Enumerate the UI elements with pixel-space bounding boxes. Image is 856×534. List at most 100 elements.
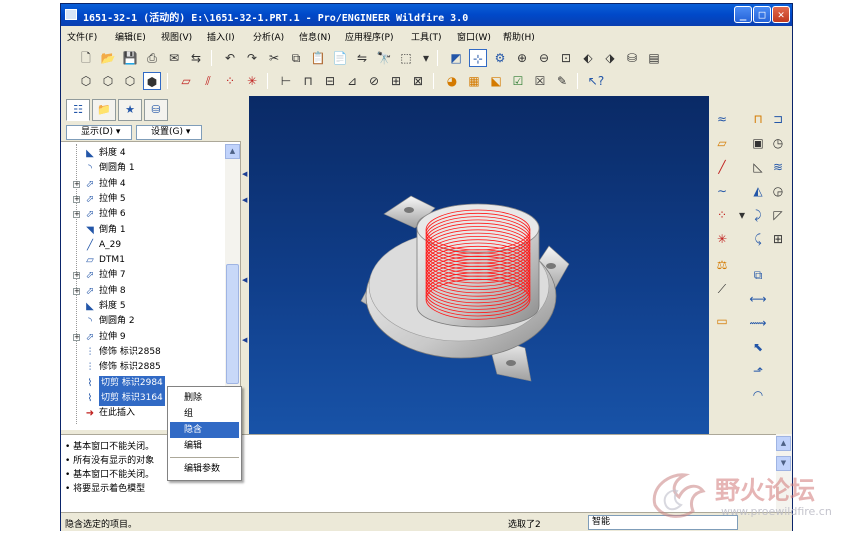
find-icon[interactable]: 🔭 (375, 49, 393, 67)
menu-info[interactable]: 信息(N) (299, 30, 331, 43)
hole-icon[interactable]: ⊓ (749, 110, 767, 128)
datum-points-icon[interactable]: ⁘ (221, 72, 239, 90)
no-hidden-icon[interactable]: ⬡ (121, 72, 139, 90)
area-icon[interactable]: ⊟ (321, 72, 339, 90)
context-edit-parameters[interactable]: 编辑参数 (170, 461, 239, 477)
copy-feature-icon[interactable]: ⧉ (749, 266, 767, 284)
scroll-up-icon[interactable]: ▲ (776, 436, 791, 451)
collapse-left-icon[interactable]: ◀ (242, 276, 247, 284)
table-icon[interactable]: ⊞ (387, 72, 405, 90)
scroll-thumb[interactable] (226, 264, 239, 384)
context-group[interactable]: 组 (170, 406, 239, 422)
datum-axes-icon[interactable]: ⫽ (199, 72, 217, 90)
round-tool-icon[interactable]: ◺ (749, 158, 767, 176)
boundary-blend-icon[interactable]: ⊞ (769, 230, 787, 248)
diameter-icon[interactable]: ⊿ (343, 72, 361, 90)
favorites-tab-icon[interactable]: ★ (118, 99, 142, 121)
spin-center-icon[interactable]: ⊹ (469, 49, 487, 67)
angle-icon[interactable]: ⊘ (365, 72, 383, 90)
expand-icon[interactable]: + (73, 333, 80, 341)
zoom-in-icon[interactable]: ⊕ (513, 49, 531, 67)
copy-icon[interactable]: ⧉ (287, 49, 305, 67)
saved-views-icon[interactable]: ⬗ (601, 49, 619, 67)
view-manager-icon[interactable]: ▤ (645, 49, 663, 67)
revolve-tool-icon[interactable]: ◶ (769, 182, 787, 200)
connections-tab-icon[interactable]: ⛁ (144, 99, 168, 121)
regenerate-icon[interactable]: ☑ (509, 72, 527, 90)
open-file-icon[interactable]: 📂 (99, 49, 117, 67)
coordinate-systems-icon[interactable]: ✳ (243, 72, 261, 90)
draft-tool-icon[interactable]: ◷ (769, 134, 787, 152)
send-link-icon[interactable]: ⇆ (187, 49, 205, 67)
blend-tool-icon[interactable]: ◸ (769, 206, 787, 224)
repaint-icon[interactable]: ◩ (447, 49, 465, 67)
paste-special-icon[interactable]: 📄 (331, 49, 349, 67)
datum-ref-icon[interactable]: ⟋ (713, 280, 731, 298)
expand-icon[interactable]: + (73, 211, 80, 219)
shell-icon[interactable]: ⊐ (769, 110, 787, 128)
distance-icon[interactable]: ⊢ (277, 72, 295, 90)
extrude-tool-icon[interactable]: ◭ (749, 182, 767, 200)
menu-applications[interactable]: 应用程序(P) (345, 30, 393, 43)
family-table-icon[interactable]: ▦ (465, 72, 483, 90)
collapse-left-icon[interactable]: ◀ (242, 336, 247, 344)
offset-tool-icon[interactable]: ◠ (749, 386, 767, 404)
model-tree-tab-icon[interactable]: ☷ (66, 99, 90, 121)
menu-help[interactable]: 帮助(H) (503, 30, 535, 43)
coordinate-system-tool-icon[interactable]: ✳ (713, 230, 731, 248)
close-button[interactable]: ✕ (772, 6, 790, 23)
cut-icon[interactable]: ✂ (265, 49, 283, 67)
datum-plane-tool-icon[interactable]: ▱ (713, 134, 731, 152)
expand-icon[interactable]: + (73, 180, 80, 188)
save-icon[interactable]: 💾 (121, 49, 139, 67)
menu-view[interactable]: 视图(V) (161, 30, 192, 43)
expand-icon[interactable]: + (73, 272, 80, 280)
menu-edit[interactable]: 编辑(E) (115, 30, 146, 43)
graphics-window[interactable] (249, 96, 709, 434)
appearance-icon[interactable]: ◕ (443, 72, 461, 90)
context-help-icon[interactable]: ↖? (587, 72, 605, 90)
trim-tool-icon[interactable]: ⬏ (749, 362, 767, 380)
expand-icon[interactable]: + (73, 287, 80, 295)
scroll-up-icon[interactable]: ▲ (225, 144, 240, 159)
reorient-icon[interactable]: ⬖ (579, 49, 597, 67)
menu-file[interactable]: 文件(F) (67, 30, 97, 43)
collapse-left-icon[interactable]: ◀ (242, 170, 247, 178)
datum-curve-tool-icon[interactable]: ∼ (713, 182, 731, 200)
show-dropdown[interactable]: 显示(D) ▾ (66, 125, 132, 140)
menu-analysis[interactable]: 分析(A) (253, 30, 284, 43)
settings-dropdown[interactable]: 设置(G) ▾ (136, 125, 202, 140)
sweep-tool-icon[interactable]: ⤸ (749, 206, 767, 224)
menu-tools[interactable]: 工具(T) (411, 30, 442, 43)
sketch-datum-curve-icon[interactable]: ≈ (713, 110, 731, 128)
print-icon[interactable]: ⎙ (143, 49, 161, 67)
chevron-down-icon[interactable]: ▾ (417, 49, 435, 67)
maximize-button[interactable]: □ (753, 6, 771, 23)
analysis-feature-icon[interactable]: ⚖ (713, 256, 731, 274)
model-analysis-icon[interactable]: ⊠ (409, 72, 427, 90)
selection-filter-icon[interactable]: ⬚ (397, 49, 415, 67)
menu-window[interactable]: 窗口(W) (457, 30, 491, 43)
undo-icon[interactable]: ↶ (221, 49, 239, 67)
refit-icon[interactable]: ⊡ (557, 49, 575, 67)
length-icon[interactable]: ⊓ (299, 72, 317, 90)
menu-insert[interactable]: 插入(I) (207, 30, 235, 43)
program-icon[interactable]: ✎ (553, 72, 571, 90)
panel-splitter[interactable]: ◀ ◀ ◀ ◀ (241, 96, 249, 430)
orient-mode-icon[interactable]: ⚙ (491, 49, 509, 67)
sketch-tool-icon[interactable]: ▭ (713, 312, 731, 330)
pattern-tool-icon[interactable]: ⟿ (749, 314, 767, 332)
minimize-button[interactable]: _ (734, 6, 752, 23)
datum-axis-tool-icon[interactable]: ╱ (713, 158, 731, 176)
mapkey-icon[interactable]: ☒ (531, 72, 549, 90)
context-delete[interactable]: 删除 (170, 390, 239, 406)
new-file-icon[interactable]: 🗋 (77, 49, 95, 67)
hidden-line-icon[interactable]: ⬡ (99, 72, 117, 90)
send-mail-icon[interactable]: ✉ (165, 49, 183, 67)
folder-browser-tab-icon[interactable]: 📁 (92, 99, 116, 121)
context-edit[interactable]: 编辑 (170, 438, 239, 454)
datum-planes-icon[interactable]: ▱ (177, 72, 195, 90)
datum-point-tool-icon[interactable]: ⁘ (713, 206, 731, 224)
layers-icon[interactable]: ⛁ (623, 49, 641, 67)
relations-icon[interactable]: ⬕ (487, 72, 505, 90)
